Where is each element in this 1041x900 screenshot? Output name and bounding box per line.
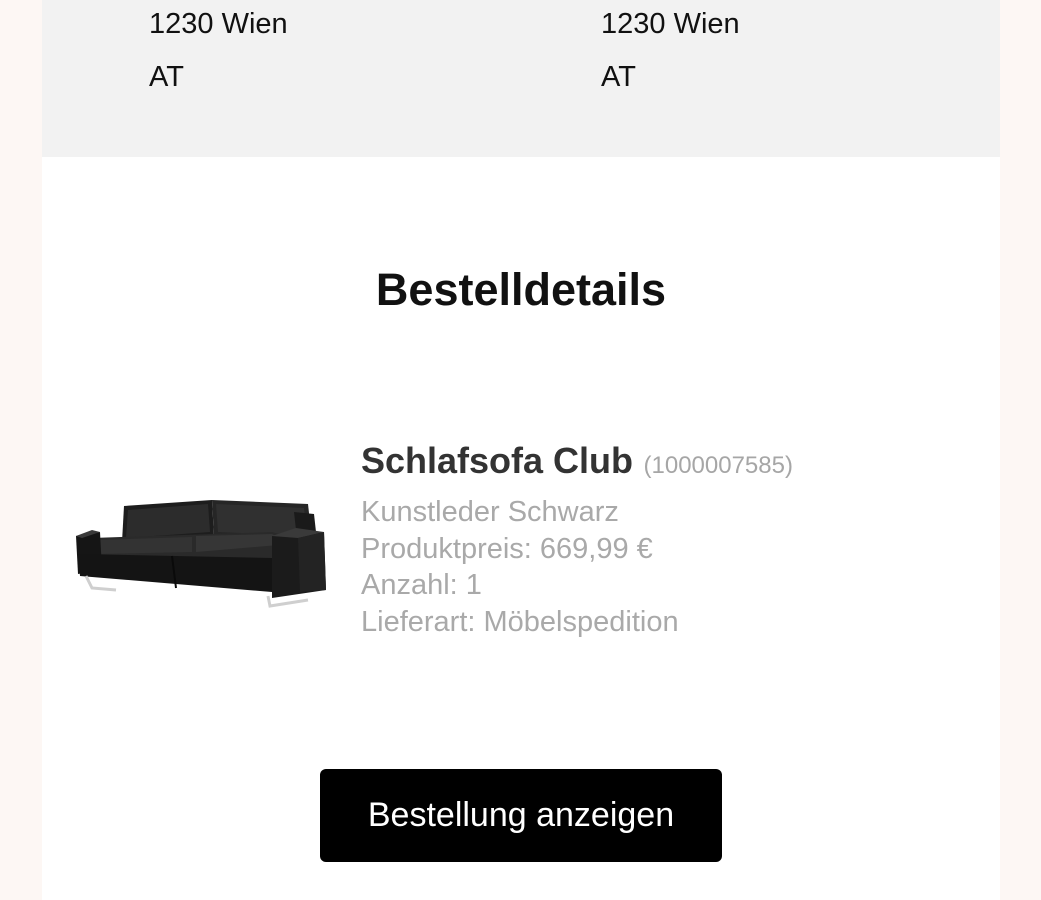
product-info: Schlafsofa Club (1000007585) Kunstleder …: [361, 436, 981, 640]
email-card: 1230 Wien AT 1230 Wien AT Bestelldetails: [42, 0, 1000, 900]
shipping-country: AT: [601, 61, 636, 93]
product-delivery: Lieferart: Möbelspedition: [361, 605, 679, 638]
product-row: Schlafsofa Club (1000007585) Kunstleder …: [42, 436, 1000, 638]
product-title-line: Schlafsofa Club (1000007585): [361, 436, 981, 494]
address-block: 1230 Wien AT 1230 Wien AT: [42, 0, 1000, 157]
product-quantity: Anzahl: 1: [361, 569, 482, 601]
sofa-image: [76, 500, 326, 608]
billing-country: AT: [149, 61, 184, 93]
product-variant: Kunstleder Schwarz: [361, 496, 619, 528]
product-price: Produktpreis: 669,99 €: [361, 532, 653, 565]
billing-city: 1230 Wien: [149, 8, 288, 40]
product-name: Schlafsofa Club: [361, 440, 634, 481]
order-details-title: Bestelldetails: [375, 264, 667, 315]
shipping-city: 1230 Wien: [601, 8, 740, 40]
product-sku: (1000007585): [643, 452, 793, 479]
view-order-button[interactable]: Bestellung anzeigen: [320, 769, 722, 862]
